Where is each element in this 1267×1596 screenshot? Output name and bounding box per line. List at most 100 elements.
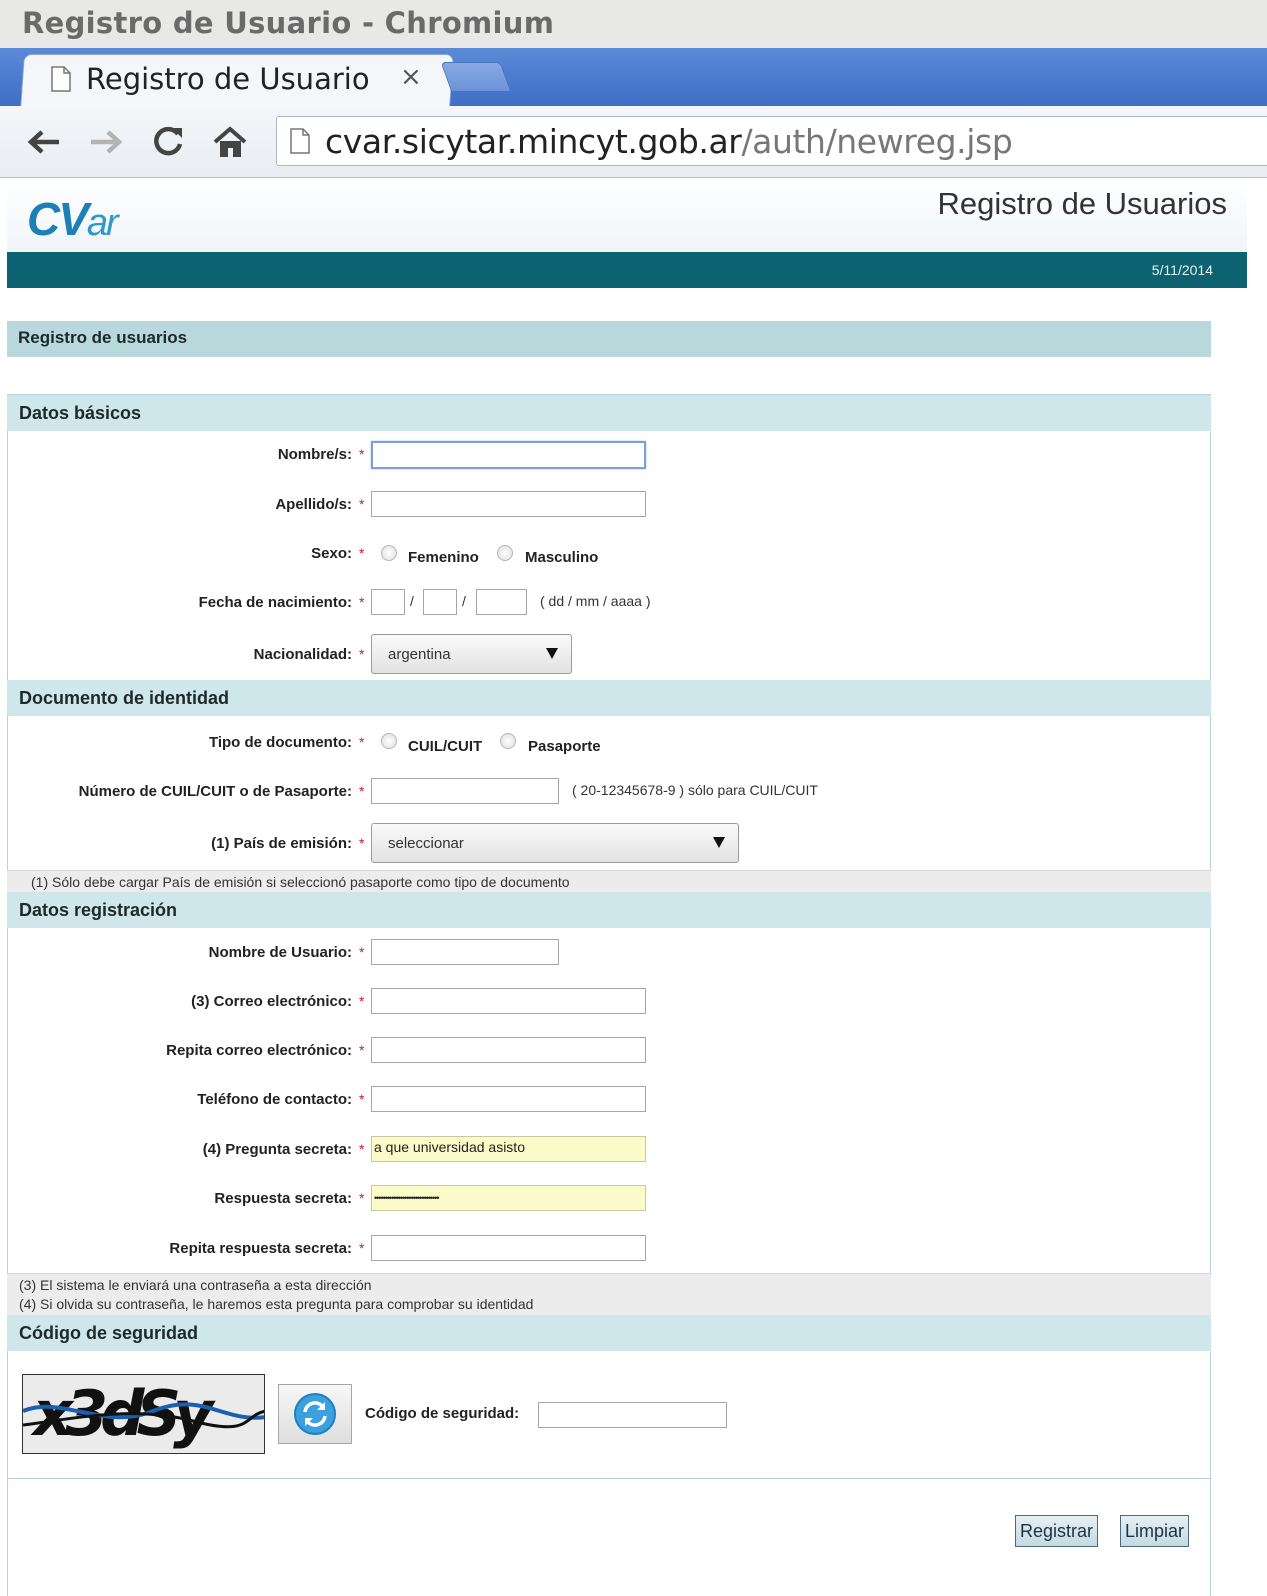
fecha-nacimiento-label: Fecha de nacimiento: [198, 594, 352, 611]
apellido-label: Apellido/s: [275, 496, 352, 513]
pasaporte-radio[interactable] [500, 733, 516, 749]
pais-emision-select[interactable]: seleccionar [371, 823, 739, 863]
registration-footnotes: (3) El sistema le enviará una contraseña… [7, 1273, 1211, 1315]
footnote-4: (4) Si olvida su contraseña, le haremos … [19, 1296, 534, 1312]
divider [7, 1478, 1211, 1479]
back-button[interactable] [24, 122, 64, 162]
dropdown-arrow-icon [546, 648, 558, 659]
date-separator: / [410, 593, 414, 609]
back-arrow-icon [27, 130, 59, 154]
fecha-mes-input[interactable] [423, 589, 457, 615]
telefono-input[interactable] [371, 1086, 646, 1112]
cuil-radio[interactable] [381, 733, 397, 749]
window-title: Registro de Usuario - Chromium [22, 6, 555, 40]
section-title: Datos registración [19, 900, 178, 920]
required-mark: * [359, 1240, 365, 1256]
required-mark: * [359, 545, 365, 561]
section-seguridad: Código de seguridad [7, 1315, 1211, 1351]
numero-documento-hint: ( 20-12345678-9 ) sólo para CUIL/CUIT [572, 782, 818, 798]
address-bar[interactable]: cvar.sicytar.mincyt.gob.ar/auth/newreg.j… [276, 116, 1267, 166]
apellido-input[interactable] [371, 491, 646, 517]
nacionalidad-value: argentina [388, 646, 451, 663]
pasaporte-label: Pasaporte [528, 738, 601, 755]
respuesta-secreta-label: Respuesta secreta: [214, 1190, 352, 1207]
required-mark: * [359, 1190, 365, 1206]
reload-icon [154, 126, 183, 156]
registrar-button[interactable]: Registrar [1015, 1515, 1099, 1547]
tab-content[interactable]: Registro de Usuario × [30, 54, 440, 104]
telefono-label: Teléfono de contacto: [197, 1091, 352, 1108]
section-datos-basicos: Datos básicos [7, 395, 1211, 431]
footnote-1: (1) Sólo debe cargar País de emisión si … [31, 874, 570, 890]
footnote-3: (3) El sistema le enviará una contraseña… [19, 1277, 372, 1293]
site-header: CVar Registro de Usuarios [7, 178, 1247, 252]
current-date: 5/11/2014 [1151, 262, 1213, 278]
usuario-label: Nombre de Usuario: [208, 944, 352, 961]
pregunta-secreta-input[interactable]: a que universidad asisto [371, 1136, 646, 1162]
nacionalidad-select[interactable]: argentina [371, 634, 572, 674]
repita-respuesta-input[interactable] [371, 1235, 646, 1261]
limpiar-button[interactable]: Limpiar [1120, 1515, 1190, 1547]
home-icon [213, 126, 247, 157]
tipo-documento-label: Tipo de documento: [208, 734, 352, 751]
repita-respuesta-label: Repita respuesta secreta: [169, 1240, 352, 1257]
required-mark: * [359, 646, 365, 662]
page-title-bar: Registro de usuarios [7, 321, 1211, 357]
cvar-logo[interactable]: CVar [27, 192, 119, 246]
fecha-dia-input[interactable] [371, 589, 405, 615]
logo-sub: ar [86, 202, 119, 244]
correo-label: (3) Correo electrónico: [191, 993, 352, 1010]
numero-documento-input[interactable] [371, 778, 559, 804]
refresh-icon [294, 1393, 336, 1435]
codigo-seguridad-label: Código de seguridad: [365, 1405, 520, 1422]
section-title: Datos básicos [19, 403, 142, 423]
fecha-format-hint: ( dd / mm / aaaa ) [540, 593, 651, 609]
cuil-label: CUIL/CUIT [408, 738, 483, 755]
captcha-graphic: x3dSy [23, 1377, 264, 1450]
fecha-anio-input[interactable] [476, 589, 527, 615]
required-mark: * [359, 734, 365, 750]
required-mark: * [359, 993, 365, 1009]
required-mark: * [359, 594, 365, 610]
required-mark: * [359, 446, 365, 462]
correo-input[interactable] [371, 988, 646, 1014]
new-tab-button[interactable] [440, 62, 512, 92]
repita-correo-input[interactable] [371, 1037, 646, 1063]
section-documento: Documento de identidad [7, 680, 1211, 716]
section-title: Documento de identidad [19, 688, 230, 708]
page-icon [290, 128, 310, 154]
reload-button[interactable] [148, 122, 188, 162]
required-mark: * [359, 835, 365, 851]
refresh-captcha-button[interactable] [278, 1384, 352, 1444]
logo-main: CV [27, 193, 89, 245]
numero-documento-label: Número de CUIL/CUIT o de Pasaporte: [78, 783, 352, 800]
header-title: Registro de Usuarios [937, 186, 1227, 221]
captcha-image: x3dSy [22, 1374, 265, 1454]
section-registracion: Datos registración [7, 892, 1211, 928]
nombre-label: Nombre/s: [277, 446, 352, 463]
pais-emision-label: (1) País de emisión: [211, 835, 352, 852]
femenino-radio[interactable] [381, 545, 397, 561]
usuario-input[interactable] [371, 939, 559, 965]
nombre-input[interactable] [371, 441, 646, 469]
masculino-label: Masculino [525, 549, 599, 566]
pais-emision-value: seleccionar [388, 835, 464, 852]
required-mark: * [359, 783, 365, 799]
sexo-label: Sexo: [311, 545, 352, 562]
codigo-seguridad-input[interactable] [538, 1402, 727, 1428]
close-icon[interactable]: × [400, 62, 422, 92]
pregunta-secreta-label: (4) Pregunta secreta: [202, 1141, 352, 1158]
date-separator: / [462, 593, 466, 609]
page-title: Registro de usuarios [18, 328, 188, 347]
url-path: /auth/newreg.jsp [741, 121, 1013, 161]
document-footnote: (1) Sólo debe cargar País de emisión si … [7, 870, 1211, 892]
required-mark: * [359, 1042, 365, 1058]
forward-button[interactable] [86, 122, 126, 162]
repita-correo-label: Repita correo electrónico: [166, 1042, 352, 1059]
respuesta-secreta-input[interactable]: •••••••••••••••••••••••••••••• [371, 1185, 646, 1211]
required-mark: * [359, 944, 365, 960]
nacionalidad-label: Nacionalidad: [253, 646, 352, 663]
home-button[interactable] [210, 122, 250, 162]
masculino-radio[interactable] [497, 545, 513, 561]
tab-strip: Registro de Usuario × [0, 48, 1267, 108]
